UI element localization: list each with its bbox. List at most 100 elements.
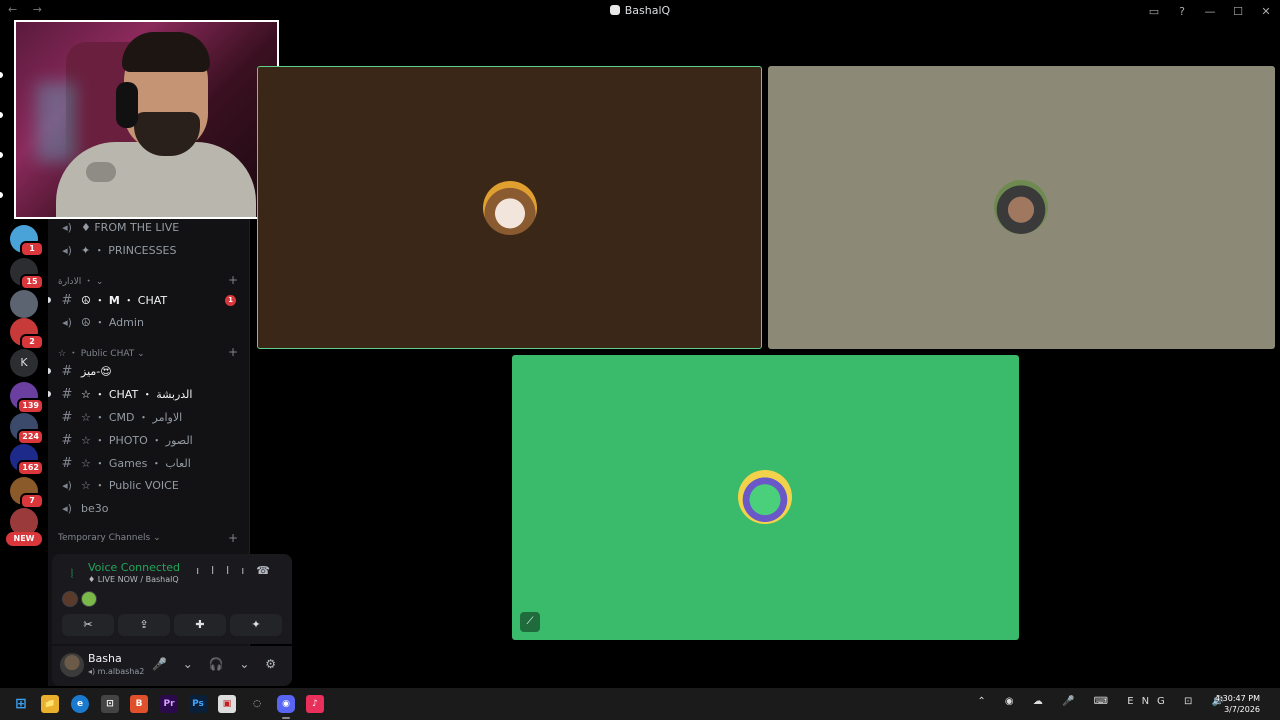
channel-voice-admin[interactable]: ◂) ☮ ・ Admin xyxy=(58,312,242,332)
mute-icon: ⟋ xyxy=(520,612,540,632)
channel-text-mizz[interactable]: # ميز-😍 xyxy=(58,361,242,381)
participant-avatar xyxy=(483,181,537,235)
channel-label: ميز-😍 xyxy=(81,364,112,378)
clock-time: 4:30:47 PM xyxy=(1214,694,1260,703)
user-panel: Basha ◂) m.albasha2 🎤 ⌄ 🎧 ⌄ ⚙ xyxy=(52,646,292,686)
hash-icon: # xyxy=(61,455,73,471)
server-icon[interactable]: 7 xyxy=(10,477,44,509)
channel-label: be3o xyxy=(81,501,109,515)
windows-start-icon[interactable]: ⊞ xyxy=(12,695,30,713)
inbox-icon[interactable]: ▭ xyxy=(1140,5,1168,18)
add-channel-icon[interactable]: + xyxy=(228,345,238,359)
channel-text-chat-ar[interactable]: # ☆ ・ CHAT ・ الدربشة xyxy=(58,384,242,404)
clock[interactable]: 4:30:47 PM 3/7/2026 xyxy=(1215,693,1260,715)
window-controls: ▭ ? — ☐ ✕ xyxy=(1140,0,1280,22)
store-icon[interactable]: ⊡ xyxy=(101,695,119,713)
share-screen-button[interactable]: ⇪ xyxy=(118,614,170,636)
discord-icon[interactable]: ◉ xyxy=(277,695,295,713)
speaker-icon: ◂) xyxy=(62,220,72,234)
category-label: الادارة ・ ⌄ xyxy=(58,276,104,287)
channel-text-games[interactable]: # ☆ ・ Games ・ العاب xyxy=(58,453,242,473)
user-controls[interactable]: 🎤 ⌄ 🎧 ⌄ ⚙ xyxy=(152,657,282,671)
unread-dot xyxy=(48,297,51,303)
unread-pill xyxy=(0,112,3,118)
video-tile-participant-3[interactable]: ⟋ xyxy=(512,355,1019,640)
mention-badge: 2 xyxy=(20,334,44,350)
category-label: ☆ ・ Public CHAT ⌄ xyxy=(58,348,145,359)
channel-text-cmd[interactable]: # ☆ ・ CMD ・ الاوامر xyxy=(58,407,242,427)
category-admin[interactable]: الادارة ・ ⌄ + xyxy=(58,272,242,288)
speaker-icon: ◂) xyxy=(62,501,72,515)
voice-member-avatar[interactable] xyxy=(62,591,78,607)
new-badge[interactable]: NEW xyxy=(6,532,42,546)
light-glow xyxy=(36,82,76,162)
camera-off-button[interactable]: ✂ xyxy=(62,614,114,636)
channel-voice-public[interactable]: ◂) ☆ ・ Public VOICE xyxy=(58,475,242,495)
channel-label: ☆ ・ Public VOICE xyxy=(81,479,179,492)
username[interactable]: Basha xyxy=(88,652,122,665)
edge-browser-icon[interactable]: e xyxy=(71,695,89,713)
server-icon[interactable]: 15 xyxy=(10,258,44,290)
file-explorer-icon[interactable]: 📁 xyxy=(41,695,59,713)
voice-status-title[interactable]: Voice Connected xyxy=(88,561,180,574)
help-icon[interactable]: ? xyxy=(1168,5,1196,18)
mention-badge: 7 xyxy=(20,493,44,509)
photoshop-icon[interactable]: Ps xyxy=(189,695,207,713)
unread-pill xyxy=(0,152,3,158)
channel-voice-princesses[interactable]: ◂) ✦ ・ PRINCESSES xyxy=(58,240,242,260)
channel-label: ☮ ・ 𝗠 ・ CHAT xyxy=(81,294,168,307)
signal-icon: ⦚ xyxy=(70,567,74,581)
channel-voice-live[interactable]: ◂) ♦ FROM THE LIVE xyxy=(58,217,242,237)
server-icon[interactable]: K xyxy=(10,349,38,377)
add-channel-icon[interactable]: + xyxy=(228,273,238,287)
active-indicator xyxy=(282,717,290,719)
mention-badge: 162 xyxy=(17,460,44,476)
system-tray[interactable]: ⌃ ◉ ☁ 🎤 ⌨ ENG ⊡ 🔊 xyxy=(977,696,1232,707)
category-public-chat[interactable]: ☆ ・ Public CHAT ⌄ + xyxy=(58,344,242,360)
mention-badge: 1 xyxy=(20,241,44,257)
channel-text-photo[interactable]: # ☆ ・ PHOTO ・ الصور xyxy=(58,430,242,450)
category-label: Temporary Channels ⌄ xyxy=(58,533,161,543)
close-button[interactable]: ✕ xyxy=(1252,5,1280,18)
server-icon[interactable]: 2 xyxy=(10,318,44,350)
app-icon[interactable]: ▣ xyxy=(218,695,236,713)
tiktok-icon[interactable]: ♪ xyxy=(306,695,324,713)
disconnect-icon[interactable]: ☎ xyxy=(256,564,282,577)
server-icon[interactable]: 1 xyxy=(10,225,44,257)
app-icon xyxy=(609,5,620,15)
premiere-icon[interactable]: Pr xyxy=(160,695,178,713)
mention-badge: 139 xyxy=(17,398,44,414)
server-icon[interactable]: 162 xyxy=(10,444,44,476)
streamer-hair xyxy=(122,32,210,72)
category-temporary[interactable]: Temporary Channels ⌄ + xyxy=(58,530,242,546)
maximize-button[interactable]: ☐ xyxy=(1224,5,1252,18)
video-tile-participant-1[interactable] xyxy=(257,66,762,349)
participant-avatar xyxy=(994,180,1048,234)
brave-browser-icon[interactable]: B xyxy=(130,695,148,713)
voice-controls: ıllı☎ xyxy=(196,564,282,577)
server-icon[interactable]: 224 xyxy=(10,413,44,445)
voice-channel-path[interactable]: ♦ LIVE NOW / BashalQ xyxy=(88,575,179,584)
channel-voice-be3o[interactable]: ◂) be3o xyxy=(58,498,242,518)
speaker-icon: ◂) xyxy=(62,315,72,329)
channel-label: ☆ ・ Games ・ العاب xyxy=(81,457,191,470)
channel-label: ☆ ・ CHAT ・ الدربشة xyxy=(81,388,193,401)
obs-icon[interactable]: ◌ xyxy=(248,695,266,713)
noise-suppression-icon[interactable]: ıllı xyxy=(196,564,256,577)
video-tile-participant-2[interactable] xyxy=(768,66,1275,349)
server-icon[interactable]: 139 xyxy=(10,382,44,414)
participant-avatar xyxy=(738,470,792,524)
voice-member-avatar[interactable] xyxy=(81,591,97,607)
channel-label: ♦ FROM THE LIVE xyxy=(81,220,180,234)
minimize-button[interactable]: — xyxy=(1196,5,1224,18)
activities-button[interactable]: ✚ xyxy=(174,614,226,636)
voice-connected-panel: ⦚ Voice Connected ♦ LIVE NOW / BashalQ ı… xyxy=(52,554,292,644)
webcam-overlay xyxy=(14,20,279,219)
soundboard-button[interactable]: ✦ xyxy=(230,614,282,636)
add-channel-icon[interactable]: + xyxy=(228,531,238,545)
server-icon[interactable] xyxy=(10,290,38,318)
channel-text-chat-m[interactable]: # ☮ ・ 𝗠 ・ CHAT 1 xyxy=(58,290,242,310)
channel-label: ☮ ・ Admin xyxy=(81,316,144,329)
headset xyxy=(116,82,138,128)
avatar[interactable] xyxy=(60,653,84,677)
